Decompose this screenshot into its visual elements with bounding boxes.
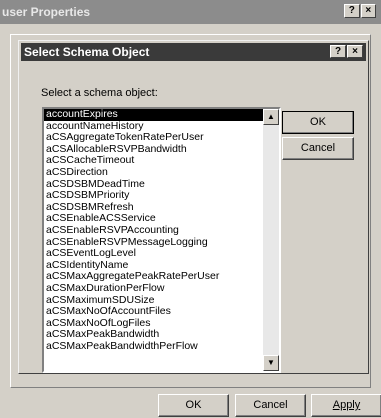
scroll-down-icon[interactable]: ▼: [263, 355, 279, 371]
prompt-label: Select a schema object:: [41, 87, 158, 99]
window-titlebar: user Properties: [0, 0, 381, 24]
select-schema-object-dialog: Select Schema Object ? × Select a schema…: [18, 40, 369, 374]
list-item[interactable]: aCSEventLogLevel: [44, 248, 263, 260]
list-item[interactable]: aCSDirection: [44, 166, 263, 179]
ok-button[interactable]: OK: [282, 111, 354, 134]
dialog-close-button[interactable]: ×: [347, 45, 363, 58]
list-item[interactable]: aCSEnableRSVPAccounting: [44, 224, 263, 237]
vertical-scrollbar[interactable]: ▲ ▼: [263, 109, 279, 371]
list-item[interactable]: aCSDSBMPriority: [44, 190, 263, 202]
properties-button-bar: OK Cancel Apply: [0, 388, 381, 418]
dialog-titlebar-buttons: ? ×: [330, 45, 364, 58]
dialog-help-button[interactable]: ?: [330, 45, 346, 58]
window-title: user Properties: [2, 5, 91, 19]
properties-ok-button[interactable]: OK: [158, 394, 229, 417]
list-item[interactable]: aCSMaxDurationPerFlow: [44, 282, 263, 295]
close-button[interactable]: ×: [360, 4, 376, 18]
tab-strip: [22, 24, 362, 34]
dialog-titlebar: Select Schema Object ? ×: [21, 43, 366, 61]
list-item[interactable]: aCSMaxPeakBandwidthPerFlow: [44, 340, 263, 353]
properties-apply-button[interactable]: Apply: [311, 394, 381, 417]
list-item[interactable]: aCSMaxNoOfAccountFiles: [44, 305, 263, 318]
scroll-up-icon[interactable]: ▲: [263, 109, 279, 125]
apply-label: Apply: [332, 399, 361, 411]
listbox-items: accountExpires accountNameHistory aCSAggre…: [44, 109, 263, 371]
cancel-button[interactable]: Cancel: [282, 137, 354, 160]
schema-object-listbox[interactable]: accountExpires accountNameHistory aCSAggre…: [42, 107, 281, 373]
dialog-title: Select Schema Object: [24, 45, 150, 59]
properties-cancel-button[interactable]: Cancel: [235, 394, 306, 417]
list-item[interactable]: accountExpires: [44, 109, 263, 121]
window-titlebar-buttons: ? ×: [344, 4, 377, 20]
help-button[interactable]: ?: [344, 4, 360, 18]
scrollbar-thumb[interactable]: [263, 125, 279, 133]
